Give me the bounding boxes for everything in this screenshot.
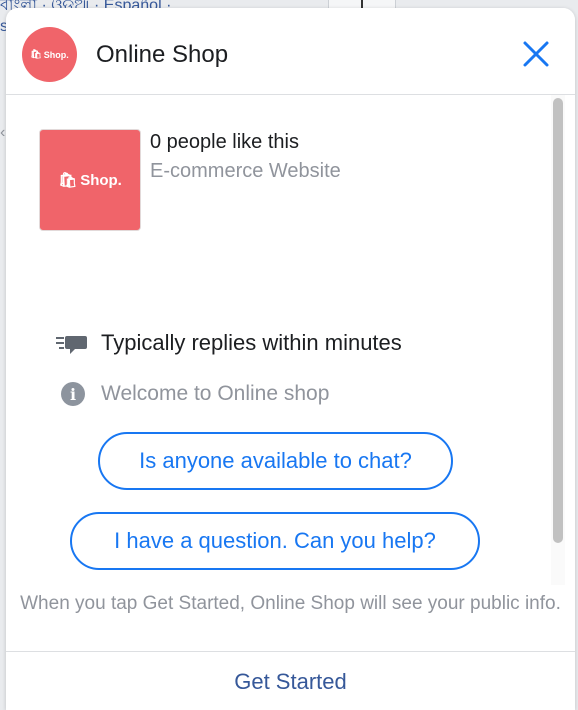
chevron-icon: ‹ [0, 124, 6, 141]
close-icon [523, 41, 549, 67]
info-icon: i [61, 382, 85, 406]
page-category: E-commerce Website [150, 160, 341, 182]
chat-content: 🛍 Shop. 0 people like this E-commerce We… [6, 95, 575, 585]
quick-reply-question[interactable]: I have a question. Can you help? [70, 512, 480, 570]
scrollbar-thumb[interactable] [553, 98, 563, 543]
quick-reply-chat[interactable]: Is anyone available to chat? [98, 432, 453, 490]
chat-widget: 🛍 Shop. Online Shop 🛍 Shop. 0 people lik… [6, 8, 575, 710]
shopping-bag-icon: 🛍 [30, 49, 42, 59]
privacy-note: When you tap Get Started, Online Shop wi… [20, 593, 561, 614]
welcome-message: Welcome to Online shop [101, 382, 330, 405]
page-title: Online Shop [96, 41, 229, 68]
shopping-bag-icon: 🛍 [58, 172, 78, 189]
thumbnail-logo-text: Shop. [80, 171, 122, 189]
page-thumbnail[interactable]: 🛍 Shop. [39, 129, 141, 231]
page-avatar: 🛍 Shop. [22, 27, 77, 82]
chat-bubble-icon [56, 336, 87, 354]
reply-time-text: Typically replies within minutes [101, 330, 402, 355]
scrollbar[interactable] [551, 95, 565, 585]
widget-header: 🛍 Shop. Online Shop [6, 8, 575, 95]
likes-count: 0 people like this [150, 131, 299, 153]
get-started-button[interactable]: Get Started [6, 651, 575, 710]
close-button[interactable] [518, 36, 554, 72]
avatar-logo-text: Shop. [43, 49, 69, 60]
